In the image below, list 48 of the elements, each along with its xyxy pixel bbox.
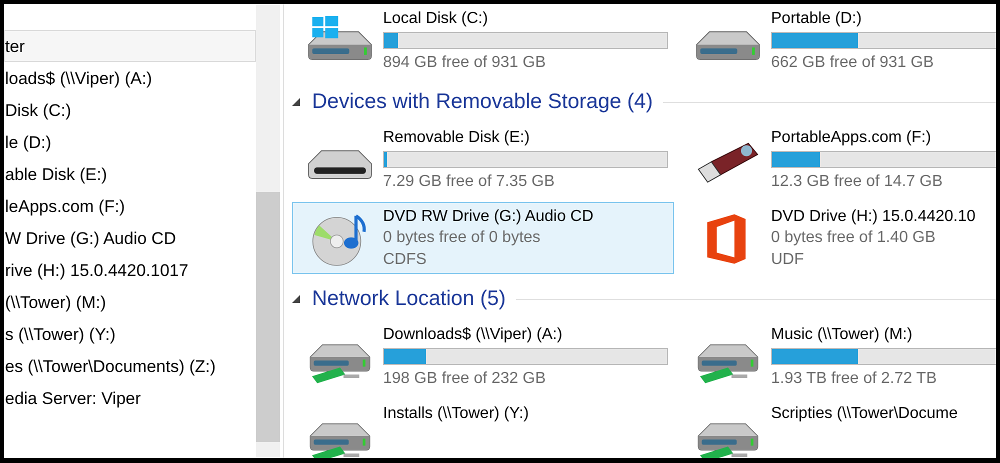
free-space-text: 894 GB free of 931 GB bbox=[383, 53, 547, 73]
free-space-text: 198 GB free of 232 GB bbox=[383, 369, 547, 389]
drive-name: Removable Disk (E:) bbox=[383, 128, 531, 148]
drive-tile[interactable]: Portable (D:) 662 GB free of 931 GB bbox=[680, 4, 996, 77]
drive-name: Music (\\Tower) (M:) bbox=[771, 325, 914, 345]
drive-name: DVD Drive (H:) 15.0.4420.10 bbox=[771, 207, 977, 227]
drive-tile[interactable]: Installs (\\Tower) (Y:) bbox=[292, 399, 674, 458]
nav-item[interactable]: Disk (C:) bbox=[4, 94, 256, 126]
file-system-text: CDFS bbox=[383, 250, 428, 270]
group-header[interactable]: Network Location (5) bbox=[312, 287, 506, 311]
drive-tile[interactable]: Local Disk (C:) 894 GB free of 931 GB bbox=[292, 4, 674, 77]
scrollbar-track[interactable] bbox=[256, 4, 283, 458]
drive-tile[interactable]: PortableApps.com (F:) 12.3 GB free of 14.7 GB bbox=[680, 123, 996, 196]
drive-tile[interactable]: Removable Disk (E:) 7.29 GB free of 7.35 GB bbox=[292, 123, 674, 196]
drive-name: DVD RW Drive (G:) Audio CD bbox=[383, 207, 594, 227]
collapse-arrow-icon[interactable] bbox=[292, 98, 300, 106]
nav-item[interactable]: le (D:) bbox=[4, 126, 256, 158]
drive-tile[interactable]: Music (\\Tower) (M:) 1.93 TB free of 2.72 TB bbox=[680, 320, 996, 393]
scrollbar-thumb[interactable] bbox=[256, 192, 280, 442]
nav-item[interactable]: loads$ (\\Viper) (A:) bbox=[4, 62, 256, 94]
free-space-text: 662 GB free of 931 GB bbox=[771, 53, 935, 73]
free-space-text: 1.93 TB free of 2.72 TB bbox=[771, 369, 938, 389]
free-space-text: 0 bytes free of 0 bytes bbox=[383, 228, 542, 248]
collapse-arrow-icon[interactable] bbox=[292, 295, 300, 303]
drive-name: Downloads$ (\\Viper) (A:) bbox=[383, 325, 564, 345]
free-space-text: 7.29 GB free of 7.35 GB bbox=[383, 172, 556, 192]
nav-item[interactable]: ter bbox=[4, 30, 256, 62]
drive-tile[interactable]: DVD RW Drive (G:) Audio CD 0 bytes free of 0 bytes CDFS bbox=[292, 202, 674, 274]
file-system-text: UDF bbox=[771, 250, 805, 270]
nav-item[interactable]: edia Server: Viper bbox=[4, 382, 256, 414]
drive-tile[interactable]: Scripties (\\Tower\Docume bbox=[680, 399, 996, 458]
drive-tile[interactable]: DVD Drive (H:) 15.0.4420.10 0 bytes free of 1.40 GB UDF bbox=[680, 202, 996, 274]
nav-item[interactable]: s (\\Tower) (Y:) bbox=[4, 318, 256, 350]
nav-item[interactable]: leApps.com (F:) bbox=[4, 190, 256, 222]
group-header[interactable]: Devices with Removable Storage (4) bbox=[312, 90, 653, 114]
drive-name: Portable (D:) bbox=[771, 9, 863, 29]
free-space-text: 12.3 GB free of 14.7 GB bbox=[771, 172, 944, 192]
drive-name: Local Disk (C:) bbox=[383, 9, 489, 29]
free-space-text: 0 bytes free of 1.40 GB bbox=[771, 228, 937, 248]
nav-item[interactable]: W Drive (G:) Audio CD bbox=[4, 222, 256, 254]
nav-item[interactable]: able Disk (E:) bbox=[4, 158, 256, 190]
nav-item[interactable]: (\\Tower) (M:) bbox=[4, 286, 256, 318]
drive-name: Installs (\\Tower) (Y:) bbox=[383, 404, 530, 424]
drive-tile[interactable]: Downloads$ (\\Viper) (A:) 198 GB free of 232 GB bbox=[292, 320, 674, 393]
drive-name: PortableApps.com (F:) bbox=[771, 128, 932, 148]
drive-name: Scripties (\\Tower\Docume bbox=[771, 404, 959, 424]
nav-item[interactable]: rive (H:) 15.0.4420.1017 bbox=[4, 254, 256, 286]
nav-item[interactable]: es (\\Tower\Documents) (Z:) bbox=[4, 350, 256, 382]
